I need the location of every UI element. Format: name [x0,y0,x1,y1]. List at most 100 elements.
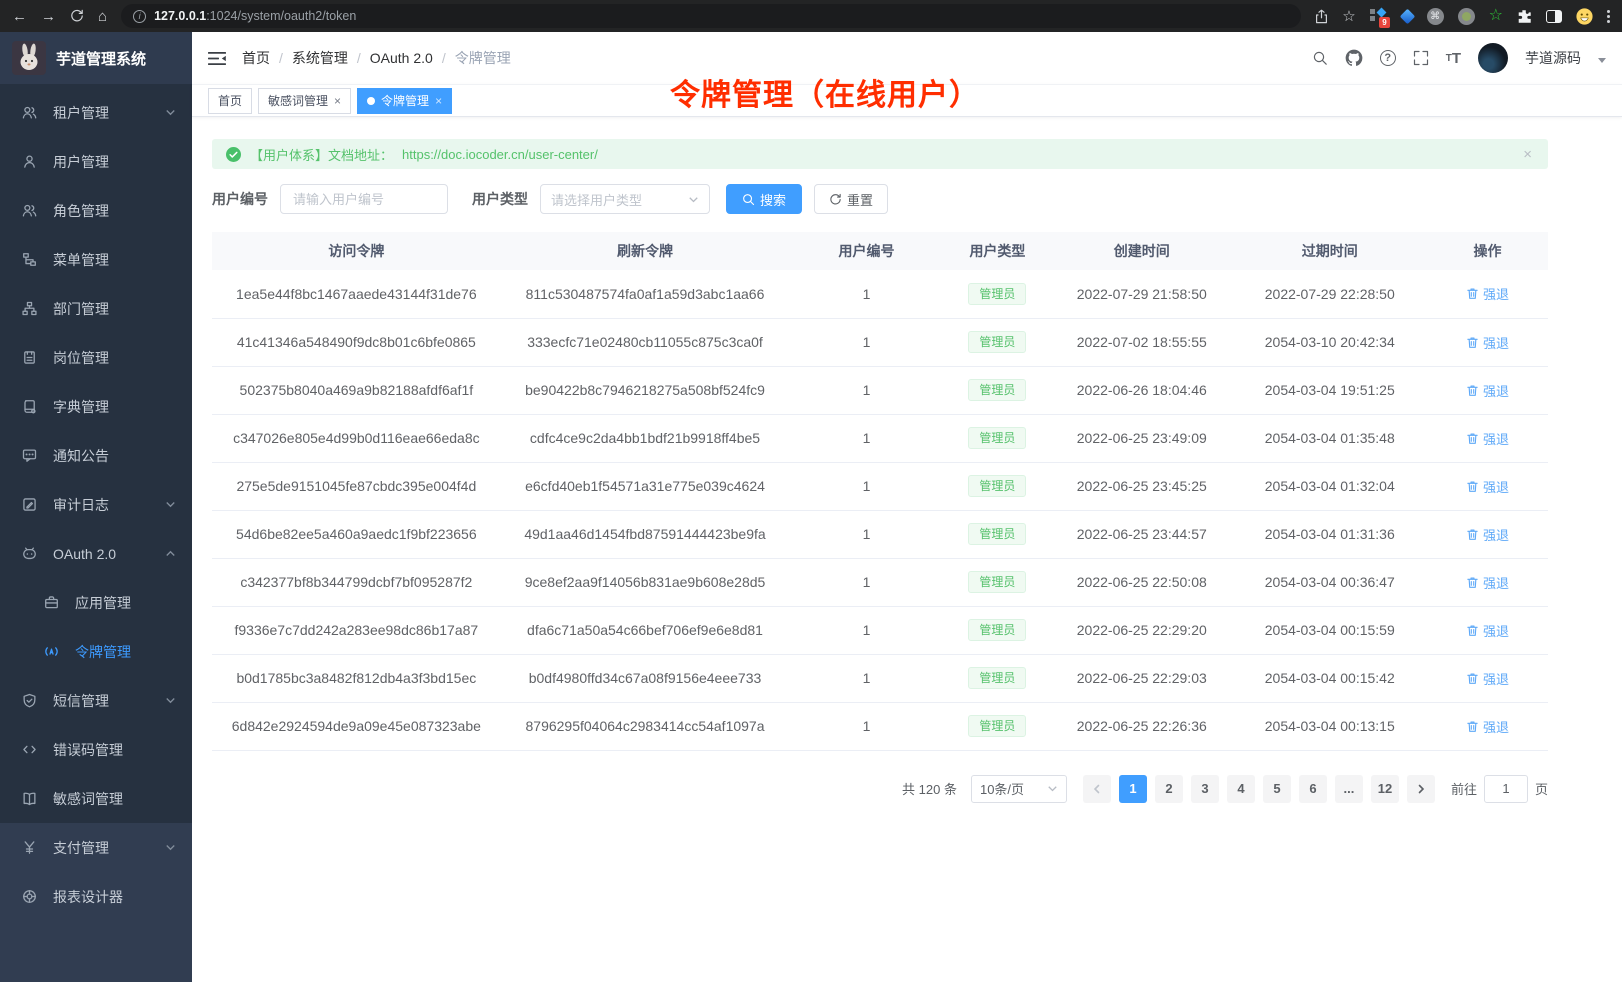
command-extension-icon[interactable]: ⌘ [1427,8,1444,25]
star-extension-icon[interactable]: ☆ [1489,8,1503,24]
access-token-cell: c342377bf8b344799dcbf7bf095287f2 [212,558,501,606]
force-logout-button[interactable]: 强退 [1466,621,1509,640]
browser-forward-icon[interactable]: → [41,8,56,25]
breadcrumb-item[interactable]: 系统管理 [292,48,348,68]
sidebar-item-audit[interactable]: 审计日志 [0,480,192,529]
pager-prev-button[interactable] [1083,775,1111,803]
tab-敏感词管理[interactable]: 敏感词管理× [258,88,351,114]
help-icon[interactable]: ? [1380,50,1396,66]
side-panel-icon[interactable] [1546,10,1562,23]
sidebar-item-token[interactable]: 令牌管理 [0,627,192,676]
force-logout-button[interactable]: 强退 [1466,381,1509,400]
breadcrumb-item[interactable]: 首页 [242,48,270,68]
pager-page-6[interactable]: 6 [1299,775,1327,803]
sidebar-item-role[interactable]: 角色管理 [0,186,192,235]
tab-close-icon[interactable]: × [435,95,442,107]
force-logout-button[interactable]: 强退 [1466,573,1509,592]
user-id-cell: 1 [789,366,943,414]
force-logout-button[interactable]: 强退 [1466,717,1509,736]
table-row: 54d6be82ee5a460a9aedc1f9bf22365649d1aa46… [212,510,1548,558]
sidebar-item-errcode[interactable]: 错误码管理 [0,725,192,774]
sidebar-item-oauth[interactable]: OAuth 2.0 [0,529,192,578]
pager-page-1[interactable]: 1 [1119,775,1147,803]
extension-grid-icon[interactable]: 9 [1370,8,1388,24]
user-type-cell: 管理员 [944,510,1051,558]
username[interactable]: 芋道源码 [1525,48,1581,68]
gem-extension-icon[interactable] [1399,8,1415,24]
sidebar-item-dict[interactable]: 字典管理 [0,382,192,431]
user-type-select[interactable]: 请选择用户类型 [540,184,710,214]
breadcrumb-item[interactable]: OAuth 2.0 [370,50,433,66]
table-row: b0d1785bc3a8482f812db4a3f3bd15ecb0df4980… [212,654,1548,702]
pager-page-4[interactable]: 4 [1227,775,1255,803]
user-type-cell: 管理员 [944,270,1051,318]
reset-button[interactable]: 重置 [814,184,888,214]
tab-令牌管理[interactable]: 令牌管理× [357,88,452,114]
force-logout-button[interactable]: 强退 [1466,284,1509,303]
user-id-input[interactable] [280,184,448,214]
sidebar-item-user[interactable]: 用户管理 [0,137,192,186]
emoji-profile-icon[interactable] [1576,8,1593,25]
force-logout-button[interactable]: 强退 [1466,477,1509,496]
access-token-cell: 502375b8040a469a9b82188afdf6af1f [212,366,501,414]
share-icon[interactable] [1315,9,1328,24]
puzzle-extensions-icon[interactable] [1517,9,1532,24]
browser-reload-icon[interactable] [70,9,84,23]
browser-menu-icon[interactable] [1607,10,1610,23]
url-host: 127.0.0.1 [154,9,206,23]
pager-page-2[interactable]: 2 [1155,775,1183,803]
chevron-down-icon[interactable] [1598,58,1606,63]
pager-ellipsis[interactable]: ... [1335,775,1363,803]
sidebar-fold-icon[interactable] [208,51,226,66]
action-cell: 强退 [1427,318,1548,366]
browser-home-icon[interactable]: ⌂ [98,8,107,25]
sidebar-item-post[interactable]: 岗位管理 [0,333,192,382]
tenant-icon [22,105,38,120]
action-cell: 强退 [1427,606,1548,654]
alert-close-icon[interactable]: × [1523,147,1532,162]
sidebar-item-menu[interactable]: 菜单管理 [0,235,192,284]
tab-首页[interactable]: 首页 [208,88,252,114]
trash-icon [1466,384,1479,397]
github-icon[interactable] [1345,49,1363,67]
goto-page-input[interactable] [1484,775,1528,803]
audit-icon [22,497,38,512]
sidebar-item-sensitive[interactable]: 敏感词管理 [0,774,192,823]
force-logout-button[interactable]: 强退 [1466,525,1509,544]
site-info-icon[interactable]: i [133,10,146,23]
expire-time-cell: 2054-03-04 00:13:15 [1232,702,1427,750]
fullscreen-icon[interactable] [1413,50,1429,66]
force-logout-button[interactable]: 强退 [1466,429,1509,448]
broadcast-icon [44,644,60,659]
sidebar-item-app[interactable]: 应用管理 [0,578,192,627]
address-bar[interactable]: i 127.0.0.1:1024/system/oauth2/token [121,4,1301,28]
pager-page-3[interactable]: 3 [1191,775,1219,803]
sidebar-item-dept[interactable]: 部门管理 [0,284,192,333]
header-search-icon[interactable] [1312,50,1328,66]
force-logout-button[interactable]: 强退 [1466,669,1509,688]
sidebar-item-sms[interactable]: 短信管理 [0,676,192,725]
user-type-label: 用户类型 [472,189,528,209]
pager-next-button[interactable] [1407,775,1435,803]
pager-page-12[interactable]: 12 [1371,775,1399,803]
user-id-cell: 1 [789,462,943,510]
sidebar-item-tenant[interactable]: 租户管理 [0,88,192,137]
page-size-select[interactable]: 10条/页 [971,775,1067,803]
user-id-cell: 1 [789,702,943,750]
sidebar-item-pay[interactable]: 支付管理 [0,823,192,872]
font-size-icon[interactable]: TT [1446,50,1461,67]
bookmark-star-icon[interactable]: ☆ [1342,7,1355,25]
recorder-extension-icon[interactable] [1458,8,1475,25]
column-header: 创建时间 [1051,232,1232,270]
doc-link[interactable]: https://doc.iocoder.cn/user-center/ [402,147,598,162]
sidebar-item-notice[interactable]: 通知公告 [0,431,192,480]
tab-close-icon[interactable]: × [334,95,341,107]
user-avatar[interactable] [1478,43,1508,73]
pager-page-5[interactable]: 5 [1263,775,1291,803]
search-button[interactable]: 搜索 [726,184,802,214]
app-logo[interactable]: 芋道管理系统 [0,32,192,84]
browser-back-icon[interactable]: ← [12,8,27,25]
force-logout-button[interactable]: 强退 [1466,333,1509,352]
sidebar-item-report[interactable]: 报表设计器 [0,872,192,921]
user-type-badge: 管理员 [968,571,1026,593]
